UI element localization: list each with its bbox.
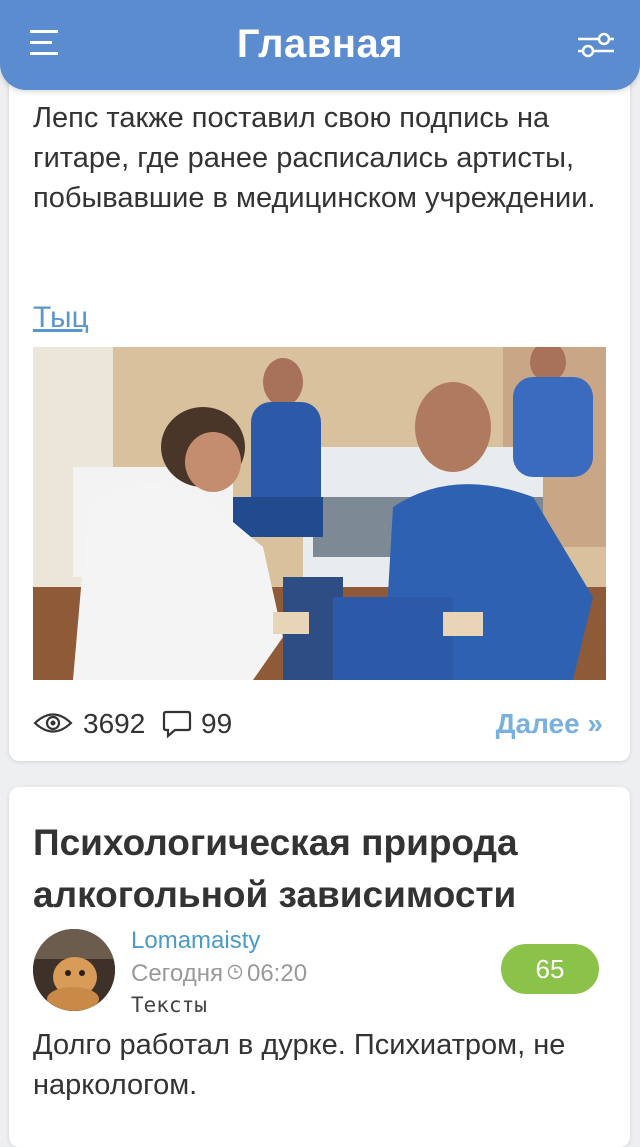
source-link[interactable]: Тыц bbox=[33, 301, 89, 335]
cat-avatar-icon bbox=[33, 929, 115, 1011]
comments-count: 99 bbox=[201, 708, 233, 739]
article-card: Лепс также поставил свою подпись на гита… bbox=[9, 40, 630, 761]
post-time: Сегодня 06:20 bbox=[131, 960, 307, 988]
comment-icon[interactable] bbox=[161, 708, 193, 740]
read-more-link[interactable]: Далее » bbox=[496, 708, 603, 740]
clock-icon bbox=[227, 964, 243, 980]
category-label[interactable]: Тексты bbox=[131, 993, 207, 1017]
article-photo[interactable] bbox=[33, 347, 606, 680]
settings-sliders-icon[interactable] bbox=[576, 30, 616, 60]
photo-hospital-patients-icon bbox=[33, 347, 606, 680]
post-excerpt: Долго работал в дурке. Психиатром, не на… bbox=[33, 1029, 566, 1101]
time-prefix: Сегодня bbox=[131, 960, 223, 987]
article-stats: 3692 99 Далее » bbox=[33, 704, 603, 744]
rating-badge: 65 bbox=[501, 944, 599, 994]
post-title[interactable]: Психологическая природа алкогольной зави… bbox=[33, 817, 613, 921]
avatar[interactable] bbox=[33, 929, 115, 1011]
eye-icon bbox=[33, 713, 73, 733]
page-title: Главная bbox=[236, 22, 404, 66]
time-value: 06:20 bbox=[246, 960, 308, 987]
author-name[interactable]: Lomamaisty bbox=[131, 927, 260, 955]
article-text: Лепс также поставил свою подпись на гита… bbox=[33, 102, 596, 214]
post-card: Психологическая природа алкогольной зави… bbox=[9, 787, 630, 1147]
views-count: 3692 bbox=[83, 708, 146, 739]
top-app-bar: Главная bbox=[0, 0, 640, 90]
